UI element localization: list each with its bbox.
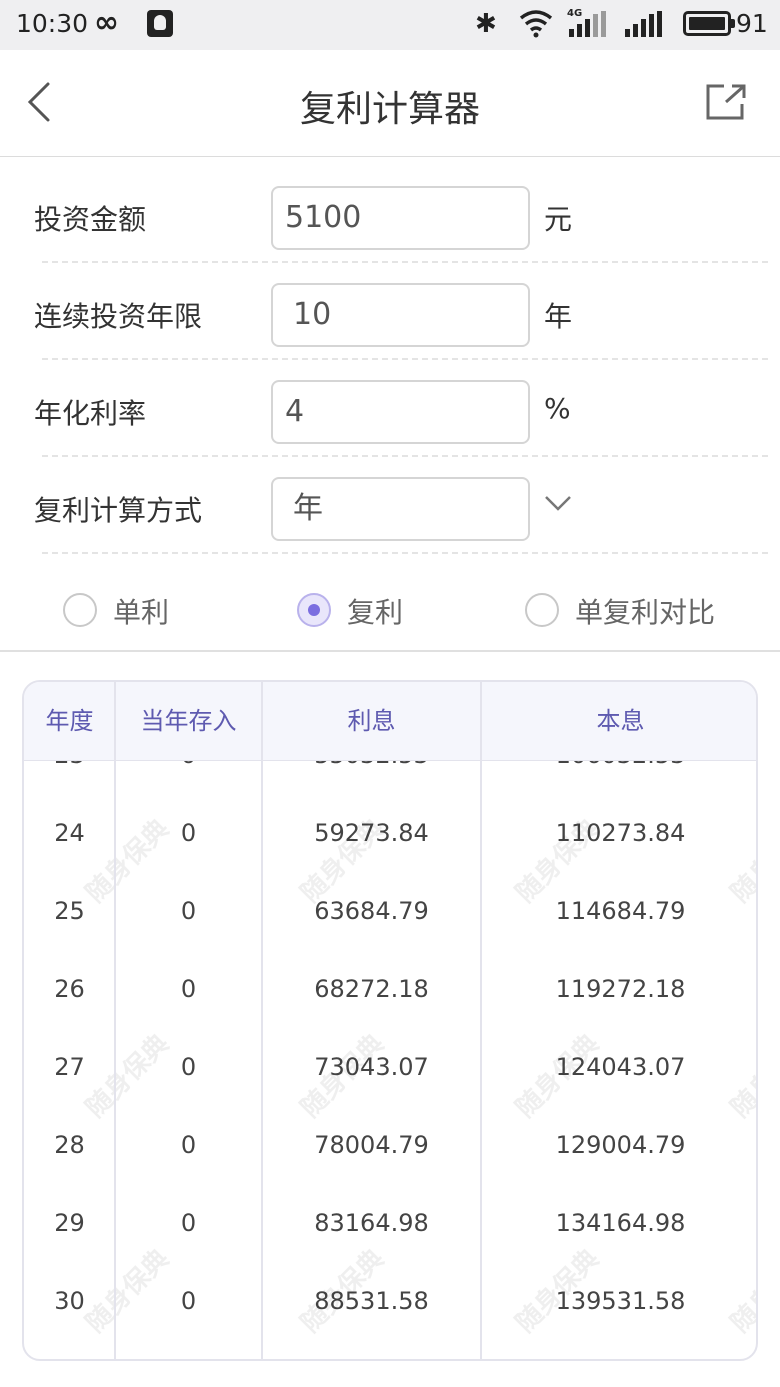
column-divider bbox=[480, 682, 482, 1359]
nav-bar: 复利计算器 bbox=[0, 50, 780, 157]
radio-circle[interactable] bbox=[525, 593, 559, 627]
cell-deposit: 0 bbox=[180, 1209, 197, 1237]
cell-deposit: 0 bbox=[180, 1287, 197, 1315]
cell-total: 124043.07 bbox=[555, 1053, 686, 1081]
cell-interest: 73043.07 bbox=[314, 1053, 429, 1081]
method-label: 复利计算方式 bbox=[34, 494, 203, 527]
cell-total: 139531.58 bbox=[555, 1287, 686, 1315]
rate-input[interactable]: 4 bbox=[271, 380, 530, 444]
chevron-down-icon[interactable] bbox=[544, 493, 572, 513]
years-label: 连续投资年限 bbox=[34, 300, 203, 333]
table-body[interactable]: 随身保典 随身保典 随身保典 随身保典 随身保典 随身保典 随身保典 随身保典 … bbox=[24, 761, 756, 1359]
table-row: 27 0 73043.07 124043.07 bbox=[24, 1047, 756, 1125]
table-row: 24 0 59273.84 110273.84 bbox=[24, 813, 756, 891]
column-divider bbox=[261, 682, 263, 1359]
cell-total: 129004.79 bbox=[555, 1131, 686, 1159]
table-row: 23 0 55032.53 106032.53 bbox=[24, 761, 756, 813]
cell-total: 114684.79 bbox=[555, 897, 686, 925]
cell-year: 29 bbox=[54, 1209, 85, 1237]
cell-total: 110273.84 bbox=[555, 819, 686, 847]
cell-interest: 63684.79 bbox=[314, 897, 429, 925]
cell-year: 23 bbox=[24, 761, 115, 775]
table-row: 28 0 78004.79 129004.79 bbox=[24, 1125, 756, 1203]
rate-unit: % bbox=[544, 392, 571, 425]
form-row-method: 复利计算方式 年 bbox=[34, 457, 768, 554]
cell-total: 106032.53 bbox=[481, 761, 756, 775]
column-header-total: 本息 bbox=[596, 707, 645, 735]
form-row-years: 连续投资年限 10 年 bbox=[34, 263, 768, 360]
radio-label[interactable]: 复利 bbox=[347, 591, 403, 631]
column-divider bbox=[114, 682, 116, 1359]
cell-deposit: 0 bbox=[180, 975, 197, 1003]
form-row-rate: 年化利率 4 % bbox=[34, 360, 768, 457]
signal-icon-sim2 bbox=[625, 11, 662, 37]
infinity-icon: ∞ bbox=[94, 5, 119, 40]
amount-input[interactable]: 5100 bbox=[271, 186, 530, 250]
cell-year: 30 bbox=[54, 1287, 85, 1315]
status-bar: 10:30 ∞ ✱ 4G 91 bbox=[0, 0, 780, 50]
column-header-deposit: 当年存入 bbox=[140, 707, 237, 735]
battery-percent: 91 bbox=[736, 9, 768, 38]
radio-circle[interactable] bbox=[63, 593, 97, 627]
table-row: 29 0 83164.98 134164.98 bbox=[24, 1203, 756, 1281]
result-table: 年度 当年存入 利息 本息 随身保典 随身保典 随身保典 随身保典 随身保典 随… bbox=[22, 680, 758, 1361]
cell-year: 24 bbox=[54, 819, 85, 847]
battery-icon bbox=[683, 11, 735, 36]
table-row: 25 0 63684.79 114684.79 bbox=[24, 891, 756, 969]
column-header-interest: 利息 bbox=[347, 707, 396, 735]
cell-total: 134164.98 bbox=[555, 1209, 686, 1237]
cell-interest: 59273.84 bbox=[314, 819, 429, 847]
radio-label[interactable]: 单利 bbox=[113, 591, 169, 631]
cell-year: 27 bbox=[54, 1053, 85, 1081]
table-row: 30 0 88531.58 139531.58 bbox=[24, 1281, 756, 1359]
cell-interest: 55032.53 bbox=[262, 761, 481, 775]
rate-label: 年化利率 bbox=[34, 397, 147, 430]
status-time: 10:30 bbox=[16, 9, 89, 38]
cell-deposit: 0 bbox=[115, 761, 262, 775]
cell-interest: 68272.18 bbox=[314, 975, 429, 1003]
cell-deposit: 0 bbox=[180, 897, 197, 925]
amount-label: 投资金额 bbox=[34, 203, 147, 236]
form-row-amount: 投资金额 5100 元 bbox=[34, 166, 768, 263]
cell-deposit: 0 bbox=[180, 819, 197, 847]
cell-interest: 78004.79 bbox=[314, 1131, 429, 1159]
radio-circle-selected[interactable] bbox=[297, 593, 331, 627]
page-title: 复利计算器 bbox=[299, 89, 480, 130]
cell-deposit: 0 bbox=[180, 1053, 197, 1081]
cell-year: 25 bbox=[54, 897, 85, 925]
cell-total: 119272.18 bbox=[555, 975, 686, 1003]
cell-interest: 83164.98 bbox=[314, 1209, 429, 1237]
radio-label[interactable]: 单复利对比 bbox=[575, 591, 715, 631]
cell-year: 26 bbox=[54, 975, 85, 1003]
cell-interest: 88531.58 bbox=[314, 1287, 429, 1315]
calc-type-radio-group: 单利 复利 单复利对比 bbox=[0, 555, 780, 652]
signal-icon-sim1 bbox=[569, 11, 606, 37]
method-select[interactable]: 年 bbox=[271, 477, 530, 541]
years-unit: 年 bbox=[544, 300, 573, 333]
bluetooth-icon: ✱ bbox=[475, 9, 497, 39]
amount-unit: 元 bbox=[544, 203, 573, 236]
table-header: 年度 当年存入 利息 本息 bbox=[24, 682, 756, 761]
wifi-icon bbox=[519, 10, 553, 38]
cell-year: 28 bbox=[54, 1131, 85, 1159]
share-icon[interactable] bbox=[704, 82, 748, 122]
table-row: 26 0 68272.18 119272.18 bbox=[24, 969, 756, 1047]
cell-deposit: 0 bbox=[180, 1131, 197, 1159]
years-input[interactable]: 10 bbox=[271, 283, 530, 347]
column-header-year: 年度 bbox=[45, 707, 94, 735]
qq-notification-icon bbox=[147, 10, 173, 37]
